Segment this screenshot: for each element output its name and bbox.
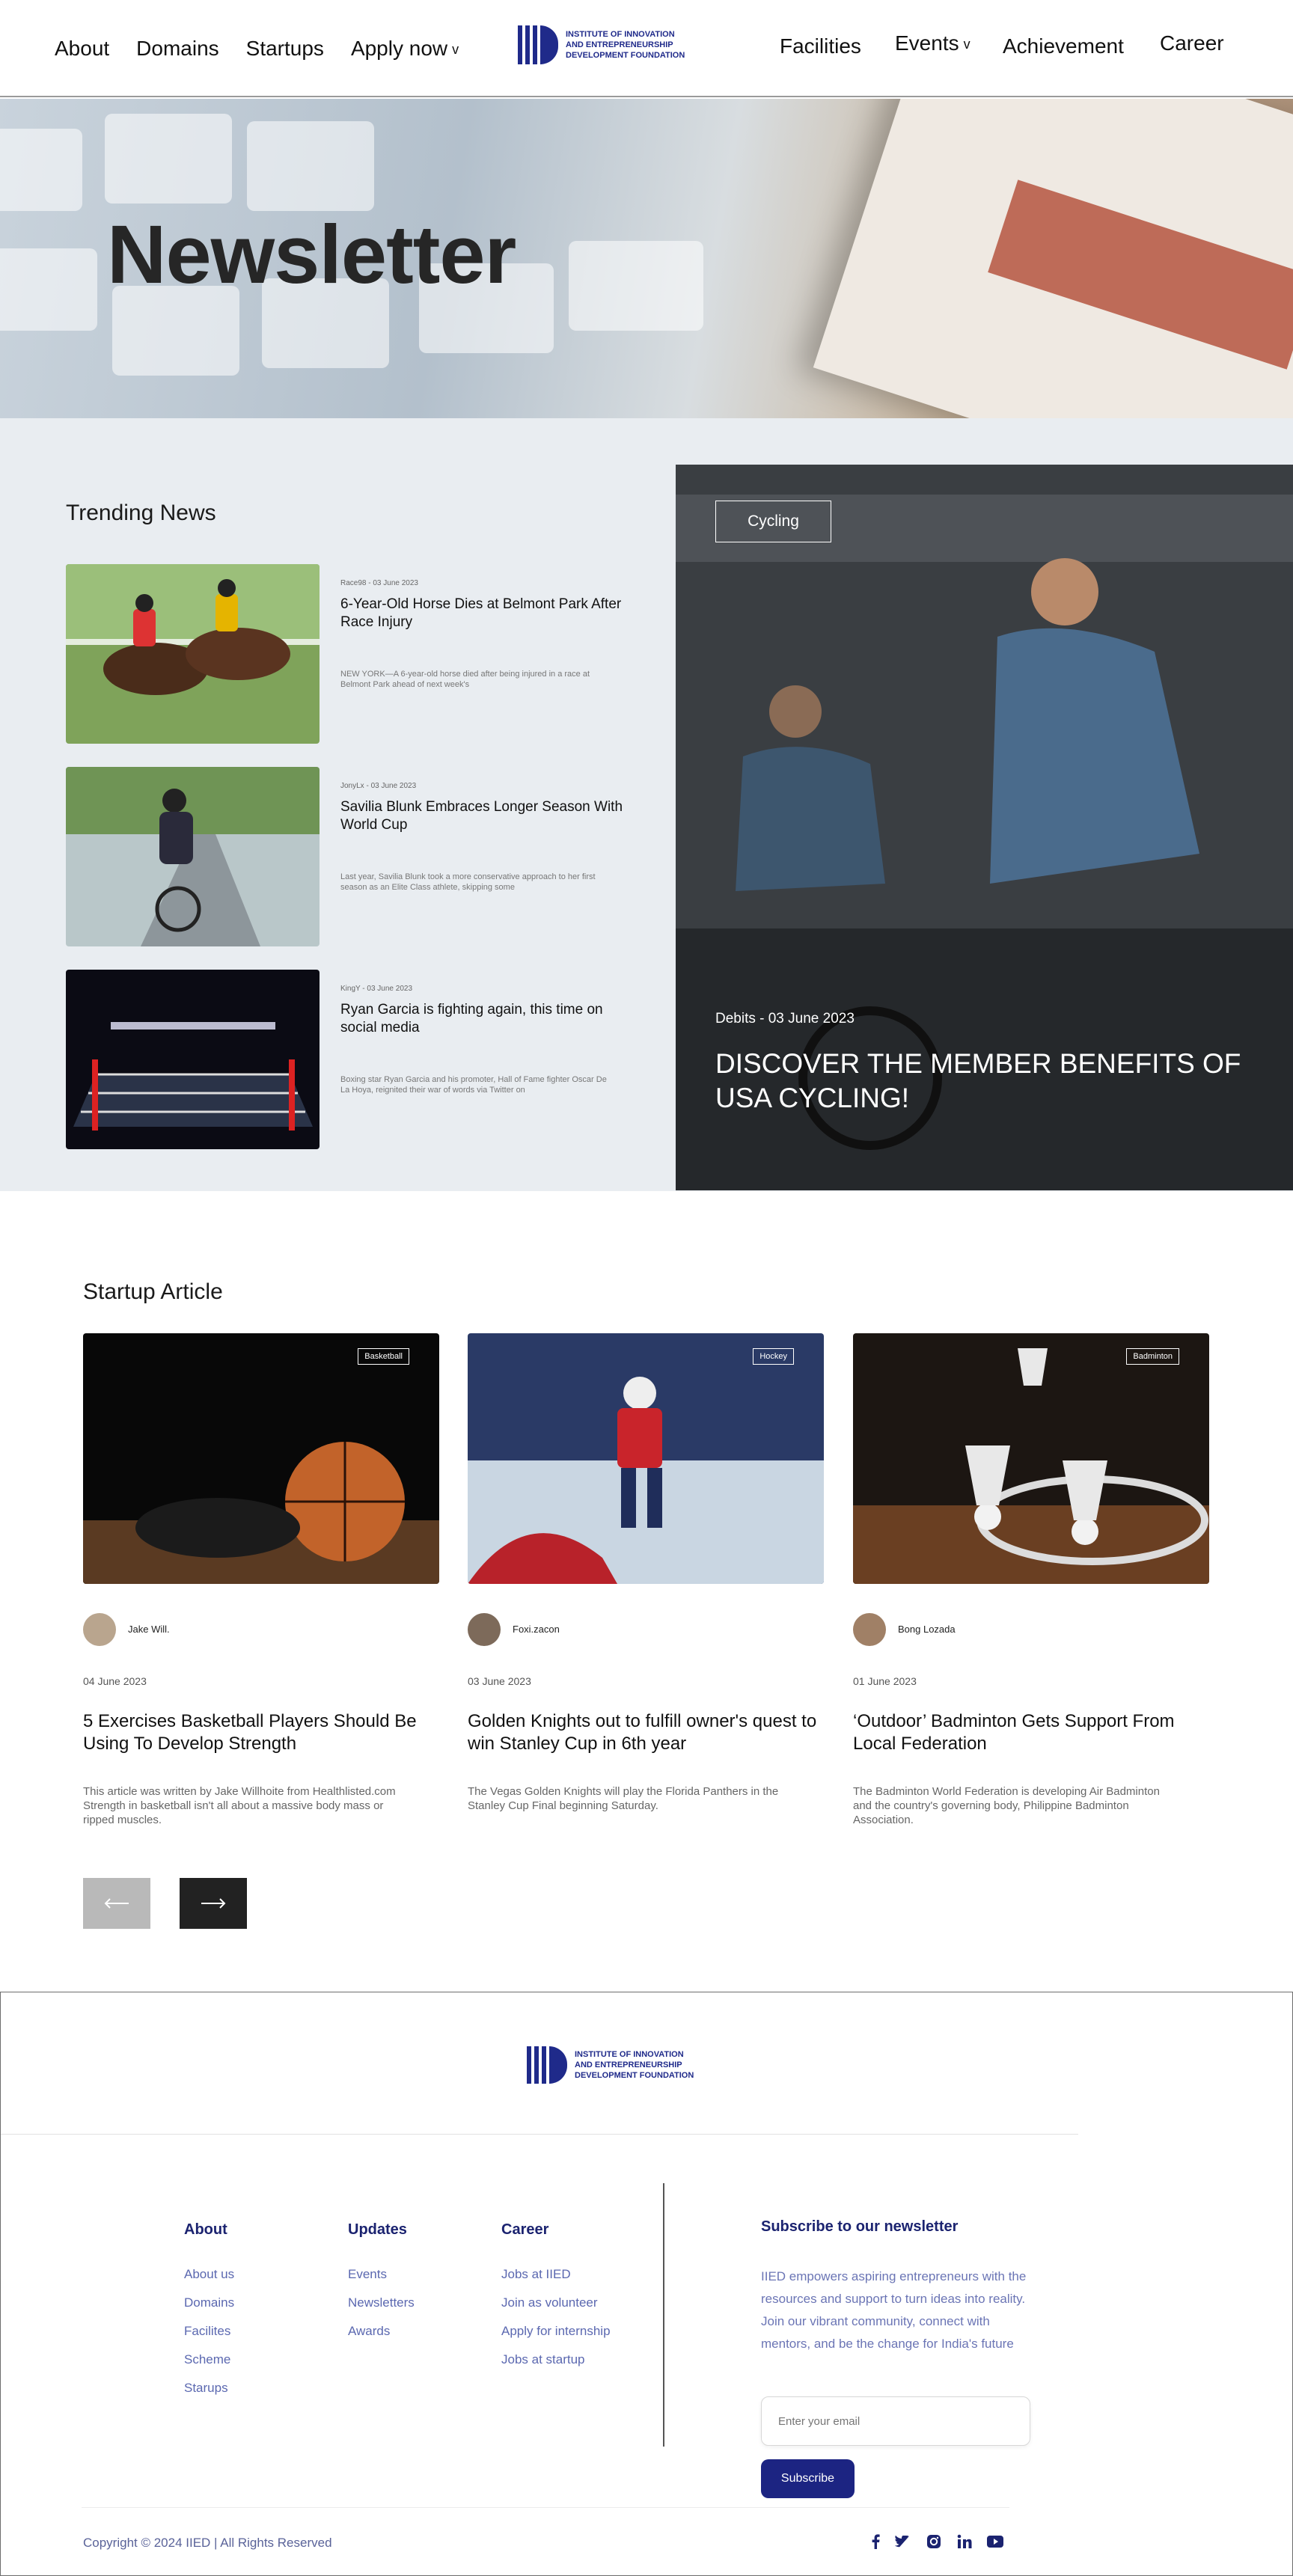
card-date: 01 June 2023 [853, 1675, 917, 1687]
cyclist-image[interactable] [66, 767, 320, 946]
news-desc: Boxing star Ryan Garcia and his promoter… [340, 1075, 607, 1095]
card-desc: The Badminton World Federation is develo… [853, 1785, 1160, 1826]
avatar [853, 1613, 886, 1646]
footer-link[interactable]: Starups [184, 2381, 228, 2396]
twitter-icon[interactable] [893, 2533, 911, 2551]
news-item[interactable]: KingY - 03 June 2023 Ryan Garcia is figh… [66, 970, 620, 1149]
feature-meta: Debits - 03 June 2023 [715, 1011, 855, 1027]
footer-link[interactable]: Join as volunteer [501, 2295, 598, 2310]
card-author[interactable]: Jake Will. [128, 1624, 170, 1635]
footer-link[interactable]: Apply for internship [501, 2324, 611, 2339]
card-title[interactable]: 5 Exercises Basketball Players Should Be… [83, 1710, 439, 1755]
card-date: 03 June 2023 [468, 1675, 531, 1687]
logo-text: INSTITUTE OF INNOVATION AND ENTREPRENEUR… [575, 2049, 694, 2081]
logo-mark [518, 25, 558, 64]
chevron-down-icon: v [963, 37, 970, 52]
card-author[interactable]: Bong Lozada [898, 1624, 956, 1635]
header-logo[interactable]: INSTITUTE OF INNOVATION AND ENTREPRENEUR… [518, 25, 685, 64]
nav-startups[interactable]: Startups [246, 37, 324, 61]
card-title[interactable]: Golden Knights out to fulfill owner's qu… [468, 1710, 824, 1755]
nav-left: About Domains Startups Apply now v [55, 0, 459, 97]
news-item[interactable]: JonyLx - 03 June 2023 Savilia Blunk Embr… [66, 767, 623, 946]
footer-link[interactable]: Domains [184, 2295, 234, 2310]
youtube-icon[interactable] [986, 2533, 1004, 2551]
card-category-tag[interactable]: Basketball [358, 1348, 409, 1365]
card-date: 04 June 2023 [83, 1675, 147, 1687]
facebook-icon[interactable] [866, 2533, 884, 2551]
news-title[interactable]: Ryan Garcia is fighting again, this time… [340, 1001, 625, 1037]
site-header: About Domains Startups Apply now v INSTIT… [0, 0, 1293, 97]
footer-divider [1, 2134, 1078, 2135]
subscribe-button[interactable]: Subscribe [761, 2459, 855, 2498]
nav-about[interactable]: About [55, 37, 109, 61]
footer-link[interactable]: Facilites [184, 2324, 230, 2339]
email-field[interactable] [761, 2396, 1030, 2446]
card-title[interactable]: ‘Outdoor’ Badminton Gets Support From Lo… [853, 1710, 1209, 1755]
trending-heading: Trending News [66, 501, 216, 525]
site-footer: INSTITUTE OF INNOVATION AND ENTREPRENEUR… [0, 1992, 1293, 2576]
nav-events[interactable]: Events v [895, 31, 970, 55]
card-category-tag[interactable]: Badminton [1126, 1348, 1179, 1365]
footer-link[interactable]: Newsletters [348, 2295, 415, 2310]
news-item[interactable]: Race98 - 03 June 2023 6-Year-Old Horse D… [66, 564, 621, 744]
nav-domains[interactable]: Domains [136, 37, 218, 61]
nav-facilities[interactable]: Facilities [780, 34, 861, 58]
news-meta: JonyLx - 03 June 2023 [340, 782, 417, 790]
news-title[interactable]: Savilia Blunk Embraces Longer Season Wit… [340, 798, 625, 834]
card-desc: This article was written by Jake Willhoi… [83, 1785, 396, 1826]
carousel-next-button[interactable] [180, 1878, 247, 1929]
footer-vertical-divider [663, 2183, 664, 2447]
nav-apply-now-label: Apply now [350, 37, 448, 60]
hero-banner: Newsletter [0, 99, 1293, 418]
footer-link[interactable]: Jobs at startup [501, 2352, 585, 2367]
footer-col-career-title: Career [501, 2221, 549, 2238]
subscribe-description: IIED empowers aspiring entrepreneurs wit… [761, 2269, 1027, 2351]
card-author[interactable]: Foxi.zacon [513, 1624, 560, 1635]
nav-career[interactable]: Career [1160, 31, 1224, 55]
footer-link[interactable]: Scheme [184, 2352, 230, 2367]
card-category-tag[interactable]: Hockey [753, 1348, 794, 1365]
nav-apply-now[interactable]: Apply now v [351, 37, 459, 61]
nav-events-label: Events [895, 31, 959, 55]
logo-text: INSTITUTE OF INNOVATION AND ENTREPRENEUR… [566, 29, 685, 61]
card-desc: The Vegas Golden Knights will play the F… [468, 1785, 779, 1812]
instagram-icon[interactable] [925, 2533, 943, 2551]
news-desc: NEW YORK—A 6-year-old horse died after b… [340, 670, 590, 689]
horse-racing-image[interactable] [66, 564, 320, 744]
subscribe-title: Subscribe to our newsletter [761, 2218, 959, 2235]
basketball-image[interactable]: Basketball [83, 1333, 439, 1584]
footer-col-about-title: About [184, 2221, 227, 2238]
logo-mark [527, 2046, 567, 2084]
footer-logo[interactable]: INSTITUTE OF INNOVATION AND ENTREPRENEUR… [527, 2046, 694, 2084]
arrow-right-icon [201, 1898, 226, 1909]
footer-col-updates-title: Updates [348, 2221, 407, 2238]
avatar [468, 1613, 501, 1646]
nav-achievement[interactable]: Achievement [1003, 34, 1124, 58]
feature-category-tag[interactable]: Cycling [715, 501, 831, 542]
hockey-image[interactable]: Hockey [468, 1333, 824, 1584]
copyright-text: Copyright © 2024 IIED | All Rights Reser… [83, 2536, 332, 2550]
news-meta: KingY - 03 June 2023 [340, 985, 413, 993]
arrow-left-icon [104, 1898, 129, 1909]
avatar [83, 1613, 116, 1646]
footer-link[interactable]: Awards [348, 2324, 390, 2339]
badminton-image[interactable]: Badminton [853, 1333, 1209, 1584]
chevron-down-icon: v [452, 42, 459, 58]
feature-title[interactable]: DISCOVER THE MEMBER BENEFITS OF USA CYCL… [715, 1047, 1262, 1116]
news-desc: Last year, Savilia Blunk took a more con… [340, 872, 596, 892]
page-title: Newsletter [107, 209, 516, 301]
footer-link[interactable]: Events [348, 2267, 387, 2282]
trending-section: Trending News Race98 - 03 June 2023 6-Ye… [0, 418, 1293, 1191]
news-meta: Race98 - 03 June 2023 [340, 579, 418, 587]
footer-link[interactable]: Jobs at IIED [501, 2267, 571, 2282]
startup-heading: Startup Article [83, 1279, 223, 1304]
boxing-ring-image[interactable] [66, 970, 320, 1149]
footer-bottom-divider [82, 2507, 1009, 2508]
news-title[interactable]: 6-Year-Old Horse Dies at Belmont Park Af… [340, 596, 625, 631]
linkedin-icon[interactable] [956, 2533, 973, 2551]
carousel-prev-button[interactable] [83, 1878, 150, 1929]
featured-article[interactable]: Cycling Debits - 03 June 2023 DISCOVER T… [676, 465, 1293, 1190]
footer-link[interactable]: About us [184, 2267, 234, 2282]
